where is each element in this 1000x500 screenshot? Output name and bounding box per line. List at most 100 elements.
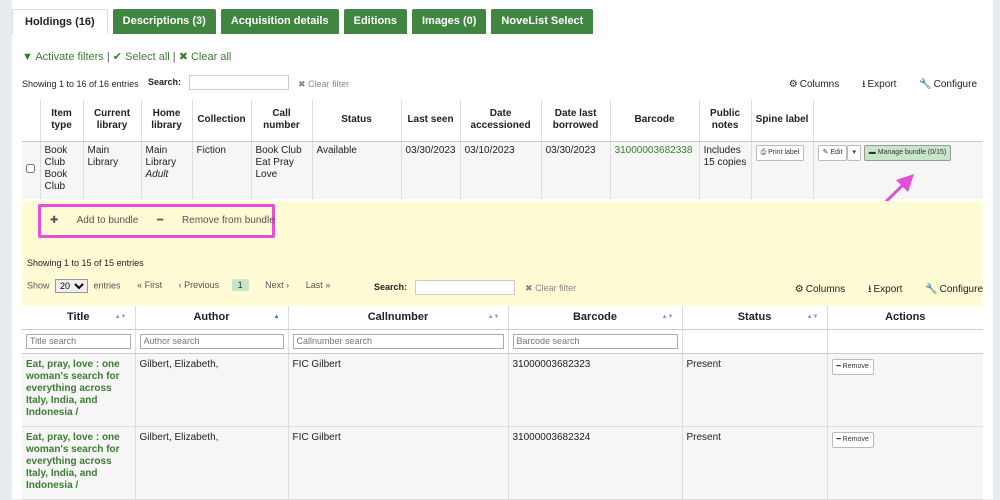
filter-cell xyxy=(287,329,508,354)
folder-icon: ▬ xyxy=(868,148,876,156)
header-label: Title xyxy=(67,311,90,324)
holdings-toolbar: ⚙ Columns ⭳ Export 🔧 Configure xyxy=(769,77,977,94)
bundle-clear-filter[interactable]: ✖ Clear filter xyxy=(525,283,576,294)
column-header[interactable]: Item type xyxy=(39,100,83,142)
gear-icon: ⚙ xyxy=(794,284,804,295)
remove-button[interactable]: ━ Remove xyxy=(831,431,874,448)
chevron-down-icon: ▾ xyxy=(852,148,856,156)
edit-dropdown-toggle[interactable]: ▾ xyxy=(847,144,861,161)
call-number-cell: Book Club Eat Pray Love xyxy=(250,141,312,199)
columns-label: Columns xyxy=(799,79,840,90)
holdings-table: Item type Current library Home library C… xyxy=(22,100,983,199)
column-header-callnumber[interactable]: Callnumber ▲▼ xyxy=(287,306,508,330)
title-link[interactable]: Eat, pray, love : one woman's search for… xyxy=(22,353,135,427)
activate-filters-link[interactable]: Activate filters xyxy=(35,51,103,63)
entries-label: entries xyxy=(93,280,121,291)
clear-all-link[interactable]: Clear all xyxy=(191,51,231,63)
export-label: Export xyxy=(867,79,897,90)
home-library-cell: Main Library Adult xyxy=(140,141,192,199)
sort-icon: ▲▼ xyxy=(661,314,674,320)
holdings-header-row: Item type Current library Home library C… xyxy=(22,100,983,142)
remove-label: Remove xyxy=(842,435,869,443)
remove-label: Remove xyxy=(842,362,869,370)
plus-icon: ✚ xyxy=(50,215,59,226)
export-button[interactable]: ⭳ Export xyxy=(858,284,902,295)
actions-cell: ━ Remove xyxy=(826,426,983,500)
column-header-barcode[interactable]: Barcode ▲▼ xyxy=(507,306,682,330)
column-header[interactable]: Call number xyxy=(250,100,312,142)
table-row: Book Club Book Club Main Library Main Li… xyxy=(22,141,983,199)
tab-acquisition-details[interactable]: Acquisition details xyxy=(220,9,339,34)
sort-icon: ▲▼ xyxy=(487,314,500,320)
column-header[interactable]: Status xyxy=(311,100,401,142)
filter-cell xyxy=(22,329,135,354)
tab-images[interactable]: Images (0) xyxy=(412,9,487,34)
column-header[interactable]: Home library xyxy=(140,100,192,142)
barcode-search-input[interactable] xyxy=(512,333,678,349)
column-header[interactable]: Current library xyxy=(82,100,141,142)
column-header-author[interactable]: Author ▲ xyxy=(134,306,288,330)
tab-novelist-select[interactable]: NoveList Select xyxy=(491,9,594,34)
status-cell: Present xyxy=(681,353,827,427)
next-page-link[interactable]: Next › xyxy=(265,280,289,290)
tab-holdings[interactable]: Holdings (16) xyxy=(12,9,108,34)
columns-button[interactable]: ⚙ Columns xyxy=(785,284,845,295)
page-size-select[interactable]: 20 xyxy=(55,279,89,293)
wrench-icon: 🔧 xyxy=(919,79,932,90)
configure-button[interactable]: 🔧 Configure xyxy=(915,284,983,295)
show-label: Show xyxy=(27,280,50,291)
add-to-bundle-button[interactable]: ✚ Add to bundle xyxy=(50,215,138,226)
column-header[interactable]: Barcode xyxy=(609,100,700,142)
remove-from-bundle-label: Remove from bundle xyxy=(181,215,275,226)
title-search-input[interactable] xyxy=(26,333,131,349)
last-page-link[interactable]: Last » xyxy=(306,280,331,290)
clear-filter-label: Clear filter xyxy=(308,79,350,89)
filter-cell xyxy=(507,329,682,354)
title-link[interactable]: Eat, pray, love : one woman's search for… xyxy=(22,426,135,500)
column-header[interactable]: Collection xyxy=(191,100,251,142)
select-all-link[interactable]: Select all xyxy=(125,51,170,63)
pencil-icon: ✎ xyxy=(822,148,829,156)
collection-cell: Fiction xyxy=(191,141,251,199)
author-search-input[interactable] xyxy=(139,333,284,349)
download-icon: ⭳ xyxy=(868,284,872,295)
callnumber-search-input[interactable] xyxy=(292,333,504,349)
column-header-status[interactable]: Status ▲▼ xyxy=(681,306,827,330)
column-header[interactable]: Public notes xyxy=(698,100,752,142)
x-icon: ✖ xyxy=(525,283,533,293)
header-label: Callnumber xyxy=(367,311,429,324)
barcode-cell: 31000003682323 xyxy=(507,353,682,427)
sort-icon: ▲▼ xyxy=(806,314,819,320)
configure-button[interactable]: 🔧 Configure xyxy=(909,79,977,90)
remove-from-bundle-button[interactable]: ━ Remove from bundle xyxy=(157,215,275,226)
export-button[interactable]: ⭳ Export xyxy=(852,79,896,90)
bundle-info: Showing 1 to 15 of 15 entries xyxy=(27,258,144,268)
column-header[interactable]: Date accessioned xyxy=(459,100,542,142)
filter-cell xyxy=(681,329,827,354)
search-label: Search: xyxy=(374,281,408,292)
column-header[interactable]: Date last borrowed xyxy=(540,100,611,142)
remove-button[interactable]: ━ Remove xyxy=(831,358,874,375)
column-header[interactable]: Last seen xyxy=(400,100,461,142)
tab-descriptions[interactable]: Descriptions (3) xyxy=(112,9,216,34)
holdings-clear-filter[interactable]: ✖ Clear filter xyxy=(298,79,349,90)
columns-button[interactable]: ⚙ Columns xyxy=(779,79,839,90)
edit-label: Edit xyxy=(830,148,843,156)
holdings-search-input[interactable] xyxy=(188,75,289,90)
row-checkbox[interactable] xyxy=(26,163,35,173)
date-last-borrowed-cell: 03/30/2023 xyxy=(540,141,611,199)
bundle-search-input[interactable] xyxy=(414,280,515,295)
current-page-button[interactable]: 1 xyxy=(231,279,249,292)
previous-page-link[interactable]: ‹ Previous xyxy=(179,280,220,290)
manage-bundle-button[interactable]: ▬ Manage bundle (0/15) xyxy=(863,144,952,161)
tab-editions[interactable]: Editions xyxy=(343,9,407,34)
barcode-link[interactable]: 31000003682338 xyxy=(609,141,700,199)
column-header-title[interactable]: Title ▲▼ xyxy=(22,306,135,330)
status-cell: Present xyxy=(681,426,827,500)
separator: | xyxy=(106,51,110,63)
spine-label-cell: ⎙ Print label xyxy=(750,141,814,199)
edit-button[interactable]: ✎ Edit xyxy=(817,144,848,161)
print-label-button[interactable]: ⎙ Print label xyxy=(755,144,805,161)
first-page-link[interactable]: « First xyxy=(137,280,162,290)
configure-label: Configure xyxy=(939,284,983,295)
